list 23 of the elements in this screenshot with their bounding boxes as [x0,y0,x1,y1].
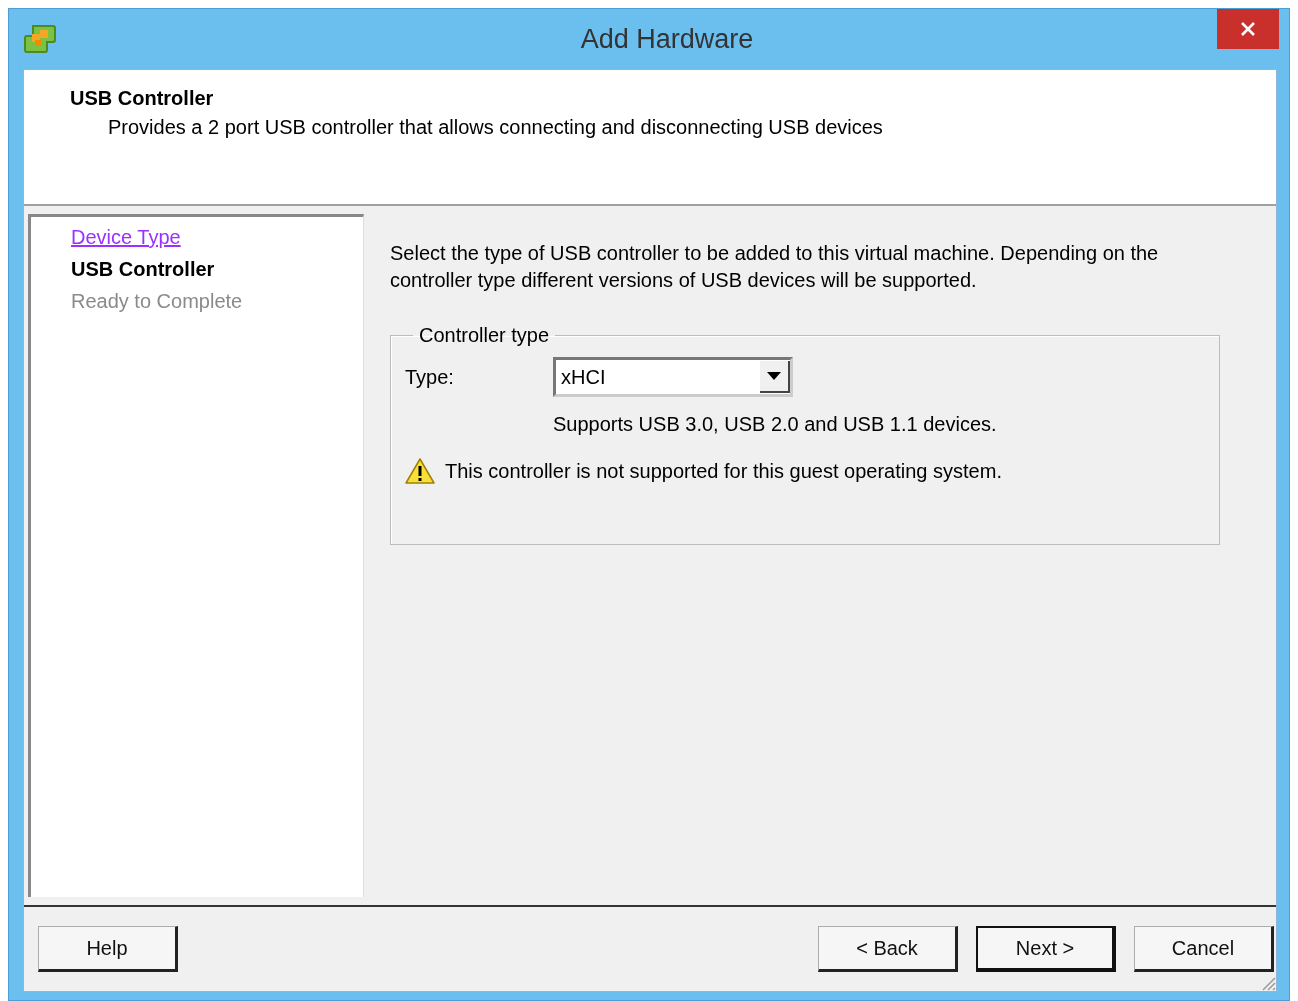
dropdown-button[interactable] [760,361,790,393]
close-icon [1240,21,1256,37]
combo-value: xHCI [560,365,607,389]
field-label: Type: [405,365,455,389]
page-title: USB Controller [70,86,214,111]
window-title: Add Hardware [580,23,754,55]
page-description: Provides a 2 port USB controller that allows connecting and disconnecting USB devices [108,115,883,140]
dialog-button[interactable]: Cancel [1134,926,1274,972]
instructions-text: Select the type of USB controller to be added to this virtual machine. Depending on the controller type different versions of USB devices will be supported. [390,241,1160,293]
group-title: Controller type [418,324,551,347]
support-note: Supports USB 3.0, USB 2.0 and USB 1.1 devices. [553,413,998,436]
wizard-step[interactable]: Device Type [71,221,181,253]
warning-icon [405,458,435,484]
wizard-step: USB Controller [71,253,215,285]
close-button[interactable] [1217,9,1279,49]
dialog-button[interactable]: Help [38,926,178,972]
dialog-button[interactable]: < Back [818,926,958,972]
dialog-button[interactable]: Next > [976,926,1116,972]
type-dropdown[interactable]: xHCI [553,357,793,397]
warning-text: This controller is not supported for this guest operating system. [445,459,1002,483]
caret-icon [767,372,781,380]
wizard-step: Ready to Complete [71,285,243,317]
app-logo-icon [23,24,57,54]
